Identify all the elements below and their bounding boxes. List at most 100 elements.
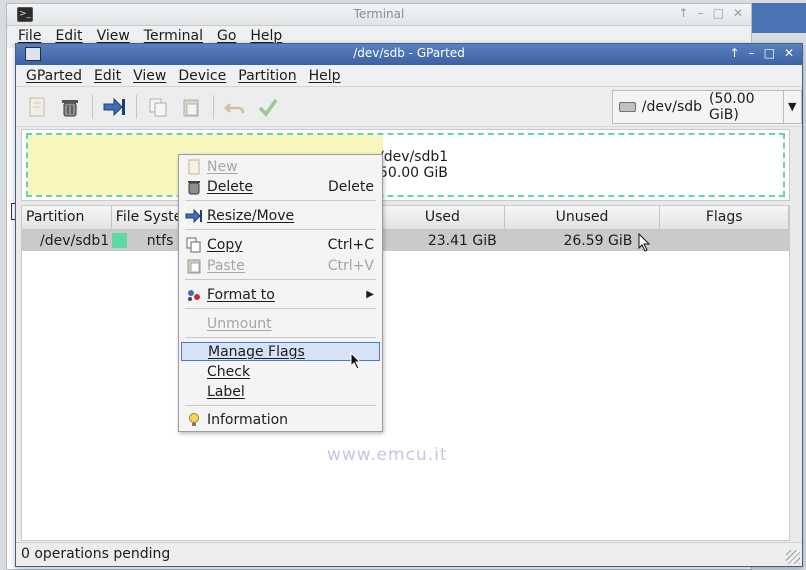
- minimize-icon[interactable]: –: [698, 6, 704, 20]
- menu-item-label: Delete: [207, 178, 253, 195]
- menu-separator: [185, 308, 376, 309]
- terminal-title: Terminal: [353, 7, 405, 21]
- gparted-titlebar[interactable]: /dev/sdb - GParted ↑ – □ ✕: [16, 44, 802, 65]
- gparted-title: /dev/sdb - GParted: [353, 46, 465, 60]
- device-name: /dev/sdb: [641, 99, 703, 115]
- maximize-icon[interactable]: □: [713, 6, 724, 20]
- trash-icon: [184, 178, 204, 196]
- menu-device[interactable]: Device: [172, 65, 232, 86]
- menu-item-label: Unmount: [207, 315, 272, 332]
- table-row[interactable]: /dev/sdb1 ntfs 23.41 GiB 26.59 GiB: [22, 230, 789, 251]
- menu-item-label: New: [207, 158, 238, 175]
- paste-button[interactable]: [178, 94, 204, 120]
- pin-icon[interactable]: ↑: [679, 6, 689, 20]
- gparted-menubar: GParted Edit View Device Partition Help: [16, 65, 802, 87]
- toolbar-separator: [92, 94, 93, 119]
- menu-item-resize-move[interactable]: Resize/Move: [181, 206, 380, 225]
- menu-item-label: Label: [207, 383, 245, 400]
- toolbar-separator: [213, 94, 214, 119]
- menu-item-icon-spacer: [184, 315, 204, 333]
- mouse-pointer-icon: [638, 233, 651, 252]
- partition-block-label: /dev/sdb1 50.00 GiB: [379, 149, 448, 181]
- row-unused: 26.59 GiB: [563, 232, 633, 249]
- dropdown-arrow-icon[interactable]: ▼: [782, 91, 802, 123]
- menu-item-icon-spacer: [184, 383, 204, 401]
- status-text: 0 operations pending: [21, 546, 171, 562]
- partition-block-size: 50.00 GiB: [379, 165, 448, 181]
- pin-icon[interactable]: ↑: [730, 46, 740, 60]
- menu-partition[interactable]: Partition: [232, 65, 302, 86]
- menu-item-copy[interactable]: Copy Ctrl+C: [181, 235, 380, 254]
- minimize-icon[interactable]: –: [749, 46, 755, 60]
- harddisk-icon: [619, 102, 636, 112]
- partition-table: Partition File System Used Unused Flags …: [21, 205, 790, 541]
- watermark: www.emcu.it: [327, 445, 448, 465]
- col-unused[interactable]: Unused: [505, 206, 661, 229]
- close-icon[interactable]: ✕: [733, 6, 743, 20]
- menu-gparted[interactable]: GParted: [20, 65, 88, 86]
- col-flags[interactable]: Flags: [660, 206, 789, 229]
- menu-help[interactable]: Help: [303, 65, 347, 86]
- menu-item-paste[interactable]: Paste Ctrl+V: [181, 256, 380, 275]
- terminal-window-buttons: ↑ – □ ✕: [679, 6, 743, 20]
- toolbar: /dev/sdb (50.00 GiB) ▼: [16, 87, 802, 127]
- row-partition: /dev/sdb1: [40, 232, 110, 249]
- menu-item-accel: Ctrl+V: [327, 257, 374, 274]
- gparted-window-buttons: ↑ – □ ✕: [730, 46, 794, 60]
- row-filesystem: ntfs: [146, 232, 174, 249]
- copy-icon: [149, 98, 167, 116]
- resize-grip[interactable]: [786, 550, 800, 564]
- menu-separator: [185, 200, 376, 201]
- undo-icon: [224, 102, 245, 113]
- delete-partition-button[interactable]: [57, 94, 83, 120]
- row-used: 23.41 GiB: [427, 232, 497, 249]
- menu-separator: [185, 337, 376, 338]
- resize-move-icon: [103, 97, 125, 116]
- partition-block-name: /dev/sdb1: [379, 149, 449, 165]
- col-partition[interactable]: Partition: [22, 206, 112, 229]
- menu-item-label: Resize/Move: [207, 207, 295, 224]
- gparted-window: /dev/sdb - GParted ↑ – □ ✕ GParted Edit …: [15, 43, 803, 567]
- menu-item-label: Format to: [207, 286, 275, 303]
- menu-item-information[interactable]: Information: [181, 410, 380, 429]
- menu-item-label: Information: [207, 411, 289, 428]
- submenu-arrow-icon: ▶: [366, 289, 374, 300]
- maximize-icon[interactable]: □: [764, 46, 775, 60]
- ntfs-color-swatch: [111, 233, 127, 248]
- terminal-titlebar[interactable]: >_ Terminal ↑ – □ ✕: [7, 4, 751, 26]
- copy-button[interactable]: [145, 94, 171, 120]
- menu-item-format-to[interactable]: Format to ▶: [181, 285, 380, 304]
- new-icon: [184, 158, 204, 176]
- new-partition-button[interactable]: [24, 94, 50, 120]
- mouse-pointer-icon: [350, 352, 362, 370]
- format-icon: [184, 286, 204, 304]
- paste-icon: [183, 99, 199, 116]
- menu-item-icon-spacer: [184, 363, 204, 381]
- undo-button[interactable]: [222, 94, 248, 120]
- menu-item-accel: Delete: [328, 178, 374, 195]
- menu-edit[interactable]: Edit: [88, 65, 127, 86]
- menu-separator: [185, 229, 376, 230]
- menu-view[interactable]: View: [127, 65, 172, 86]
- apply-button[interactable]: [255, 94, 281, 120]
- resize-move-icon: [184, 207, 204, 225]
- new-icon: [29, 97, 45, 116]
- col-used[interactable]: Used: [381, 206, 505, 229]
- desktop-background: [752, 3, 806, 33]
- partition-block-sdb1[interactable]: /dev/sdb1 50.00 GiB: [26, 133, 785, 197]
- trash-icon: [62, 99, 78, 116]
- menu-item-delete[interactable]: Delete Delete: [181, 177, 380, 196]
- menu-separator: [185, 279, 376, 280]
- status-bar: 0 operations pending: [16, 542, 802, 566]
- toolbar-separator: [136, 94, 137, 119]
- menu-item-unmount[interactable]: Unmount: [181, 314, 380, 333]
- menu-item-label-partition[interactable]: Label: [181, 382, 380, 401]
- info-bulb-icon: [184, 411, 204, 429]
- device-selector[interactable]: /dev/sdb (50.00 GiB) ▼: [612, 90, 802, 124]
- close-icon[interactable]: ✕: [784, 46, 794, 60]
- table-header: Partition File System Used Unused Flags: [22, 206, 789, 230]
- checkmark-icon: [258, 98, 278, 117]
- resize-move-button[interactable]: [101, 94, 127, 120]
- menu-item-new[interactable]: New: [181, 157, 380, 176]
- copy-icon: [184, 236, 204, 254]
